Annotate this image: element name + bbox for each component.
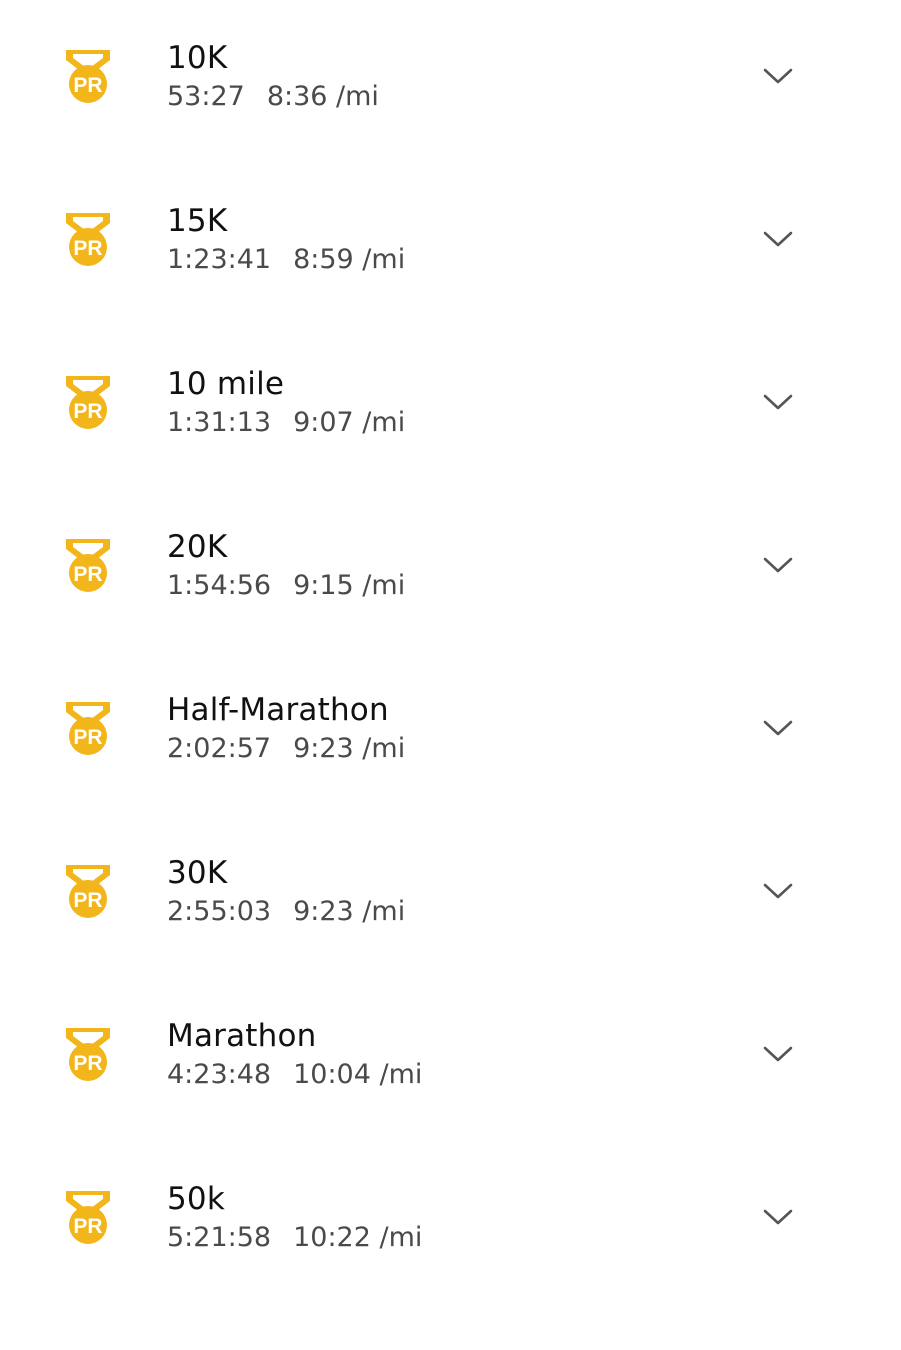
pr-badge-label: PR: [73, 563, 102, 586]
pr-badge-label: PR: [73, 74, 102, 97]
pr-pace: 8:59 /mi: [293, 244, 406, 275]
pr-distance: Marathon: [167, 1018, 317, 1054]
pr-medal-icon: PR: [63, 46, 113, 104]
chevron-down-icon[interactable]: [762, 881, 794, 901]
pr-distance: 30K: [167, 855, 228, 891]
pr-time: 2:02:57: [167, 733, 272, 764]
pr-distance: 10 mile: [167, 366, 285, 402]
pr-text: 30K 2:55:03 9:23 /mi: [167, 853, 405, 931]
pr-medal-icon: PR: [63, 209, 113, 267]
chevron-down-icon[interactable]: [762, 229, 794, 249]
pr-pace: 9:07 /mi: [293, 407, 406, 438]
pr-text: 10K 53:27 8:36 /mi: [167, 38, 379, 116]
chevron-down-icon[interactable]: [762, 555, 794, 575]
pr-stats: 2:02:57 9:23 /mi: [167, 730, 405, 768]
pr-time: 53:27: [167, 81, 245, 112]
pr-time: 5:21:58: [167, 1222, 272, 1253]
pr-medal-icon: PR: [63, 1187, 113, 1245]
pr-distance: 20K: [167, 529, 228, 565]
pr-time: 1:31:13: [167, 407, 272, 438]
pr-distance: 50k: [167, 1181, 225, 1217]
pr-badge-label: PR: [73, 1052, 102, 1075]
pr-medal-icon: PR: [63, 372, 113, 430]
pr-badge-label: PR: [73, 726, 102, 749]
pr-badge-label: PR: [73, 400, 102, 423]
pr-row[interactable]: PR Marathon 4:23:48 10:04 /mi: [0, 978, 901, 1141]
chevron-down-icon[interactable]: [762, 66, 794, 86]
pr-row[interactable]: PR 50k 5:21:58 10:22 /mi: [0, 1141, 901, 1304]
pr-pace: 9:23 /mi: [293, 896, 406, 927]
pr-row[interactable]: PR 10 mile 1:31:13 9:07 /mi: [0, 326, 901, 489]
pr-time: 4:23:48: [167, 1059, 272, 1090]
chevron-down-icon[interactable]: [762, 392, 794, 412]
pr-pace: 9:15 /mi: [293, 570, 406, 601]
pr-row[interactable]: PR 10K 53:27 8:36 /mi: [0, 0, 901, 163]
pr-stats: 53:27 8:36 /mi: [167, 78, 379, 116]
pr-row[interactable]: PR 15K 1:23:41 8:59 /mi: [0, 163, 901, 326]
pr-row[interactable]: PR 30K 2:55:03 9:23 /mi: [0, 815, 901, 978]
pr-distance: 15K: [167, 203, 228, 239]
pr-medal-icon: PR: [63, 1024, 113, 1082]
pr-stats: 1:54:56 9:15 /mi: [167, 567, 405, 605]
pr-time: 1:23:41: [167, 244, 272, 275]
pr-stats: 1:23:41 8:59 /mi: [167, 241, 405, 279]
chevron-down-icon[interactable]: [762, 1207, 794, 1227]
pr-stats: 1:31:13 9:07 /mi: [167, 404, 405, 442]
pr-badge-label: PR: [73, 889, 102, 912]
pr-medal-icon: PR: [63, 698, 113, 756]
pr-badge-label: PR: [73, 237, 102, 260]
pr-stats: 4:23:48 10:04 /mi: [167, 1056, 422, 1094]
pr-text: 50k 5:21:58 10:22 /mi: [167, 1179, 422, 1257]
pr-distance: Half-Marathon: [167, 692, 389, 728]
pr-medal-icon: PR: [63, 535, 113, 593]
pr-distance: 10K: [167, 40, 228, 76]
pr-pace: 8:36 /mi: [266, 81, 379, 112]
pr-text: Marathon 4:23:48 10:04 /mi: [167, 1016, 422, 1094]
pr-text: 20K 1:54:56 9:15 /mi: [167, 527, 405, 605]
chevron-down-icon[interactable]: [762, 718, 794, 738]
pr-time: 1:54:56: [167, 570, 272, 601]
pr-pace: 9:23 /mi: [293, 733, 406, 764]
pr-stats: 2:55:03 9:23 /mi: [167, 893, 405, 931]
personal-records-list: PR 10K 53:27 8:36 /mi PR 15K 1:23:41 8:5…: [0, 0, 901, 1304]
pr-row[interactable]: PR 20K 1:54:56 9:15 /mi: [0, 489, 901, 652]
pr-time: 2:55:03: [167, 896, 272, 927]
pr-text: 15K 1:23:41 8:59 /mi: [167, 201, 405, 279]
pr-row[interactable]: PR Half-Marathon 2:02:57 9:23 /mi: [0, 652, 901, 815]
pr-pace: 10:22 /mi: [293, 1222, 423, 1253]
pr-text: 10 mile 1:31:13 9:07 /mi: [167, 364, 405, 442]
pr-medal-icon: PR: [63, 861, 113, 919]
chevron-down-icon[interactable]: [762, 1044, 794, 1064]
pr-pace: 10:04 /mi: [293, 1059, 423, 1090]
pr-badge-label: PR: [73, 1215, 102, 1238]
pr-stats: 5:21:58 10:22 /mi: [167, 1219, 422, 1257]
pr-text: Half-Marathon 2:02:57 9:23 /mi: [167, 690, 405, 768]
